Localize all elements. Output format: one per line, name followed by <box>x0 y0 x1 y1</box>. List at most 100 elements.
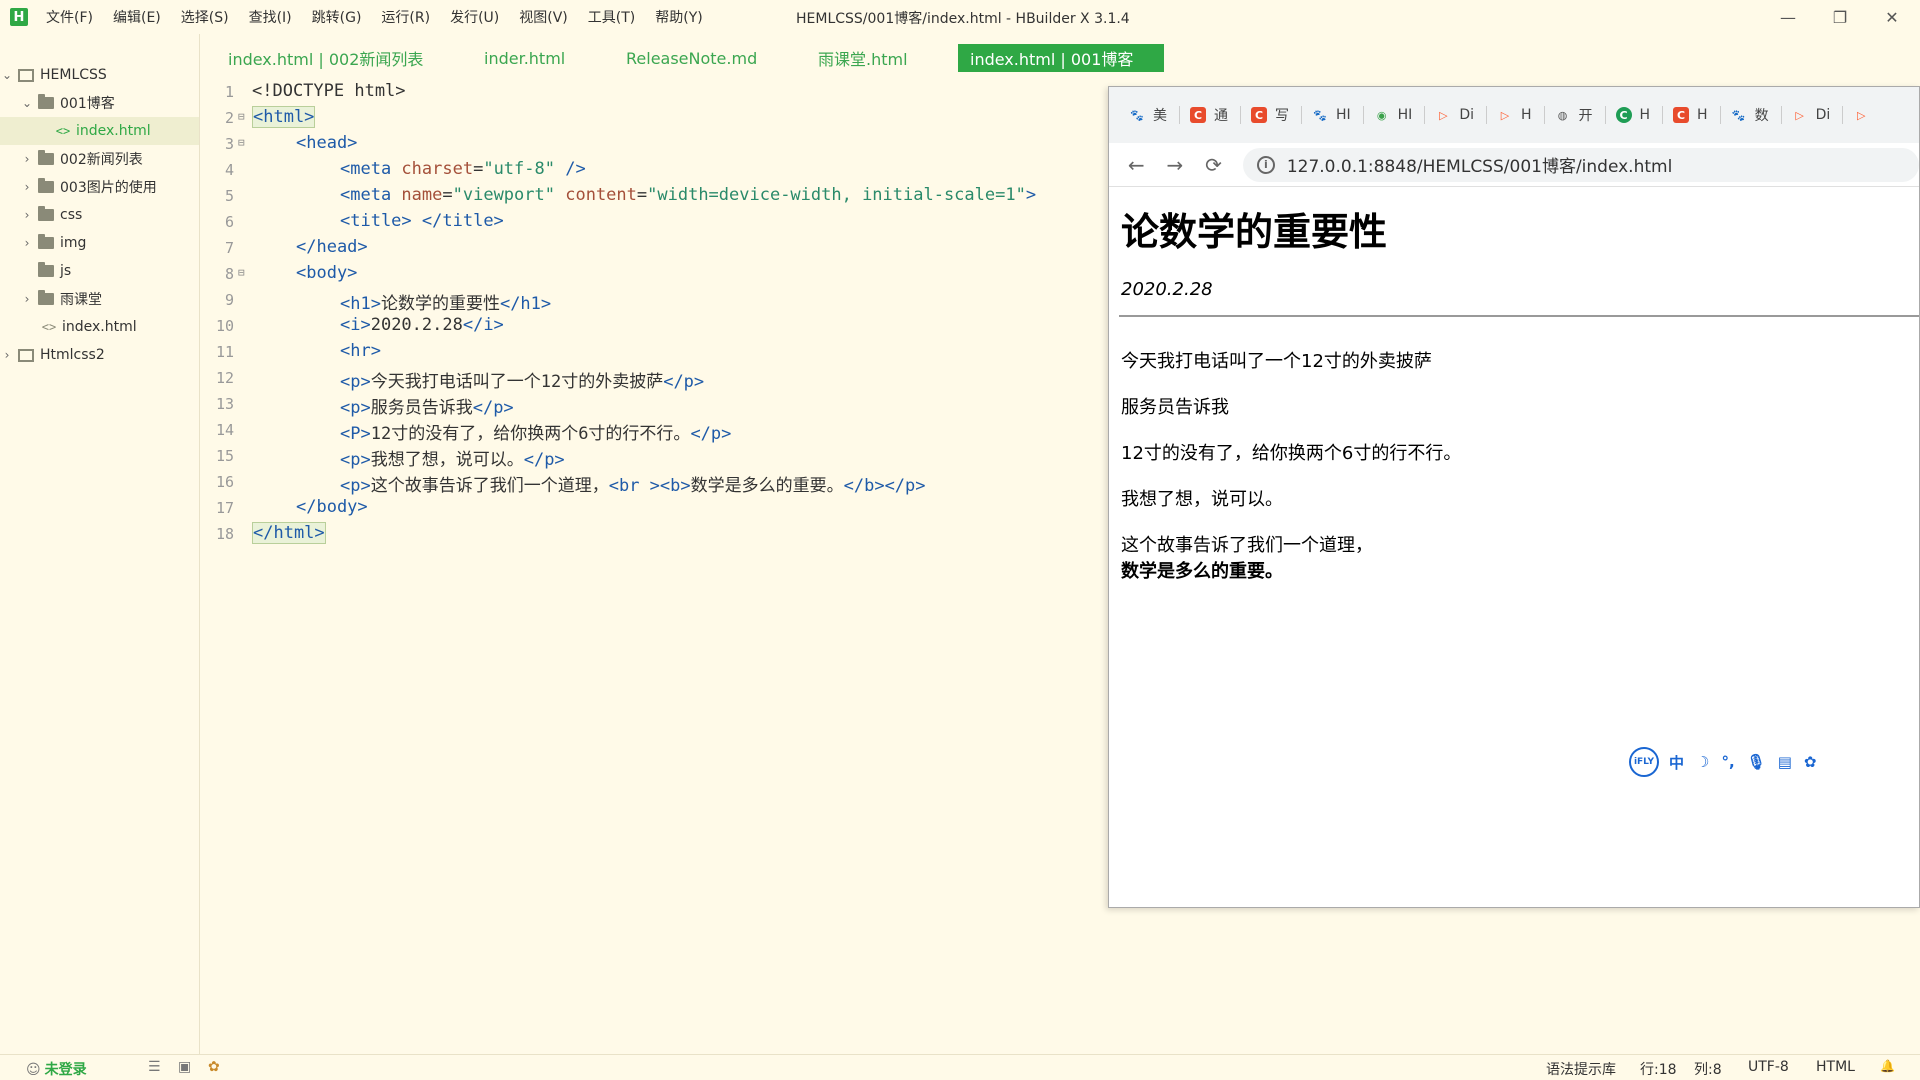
keyboard-icon[interactable]: ▤ <box>1778 753 1792 771</box>
tree-item-file-index-root[interactable]: <> index.html <box>0 313 199 341</box>
menu-help[interactable]: 帮助(Y) <box>655 7 702 27</box>
bookmark[interactable]: ▷ H <box>1497 107 1532 123</box>
tree-item-folder-yuketang[interactable]: › 雨课堂 <box>0 285 199 313</box>
bookmark[interactable]: C通 <box>1190 105 1228 125</box>
terminal-icon[interactable]: ▣ <box>178 1059 191 1075</box>
reload-icon[interactable]: ⟳ <box>1194 153 1233 177</box>
html-tag: </p> <box>690 424 732 444</box>
code-editor[interactable]: 1 <!DOCTYPE html> 2 ⊟ <html> 3 ⊟ <head> … <box>200 80 1110 980</box>
html-tag: </p> <box>523 450 565 470</box>
tree-item-project-htmlcss2[interactable]: › Htmlcss2 <box>0 341 199 369</box>
tree-item-folder-js[interactable]: js <box>0 257 199 285</box>
code-text: <i>2020.2.28</i> <box>340 315 504 335</box>
code-text: <head> <box>296 133 357 153</box>
code-line: 8 ⊟ <body> <box>200 262 1110 288</box>
code-line: 15 <p>我想了想，说可以。</p> <box>200 444 1110 470</box>
syntax-hint-lib[interactable]: 语法提示库 <box>1546 1059 1616 1079</box>
bell-icon[interactable]: 🔔 <box>1880 1059 1895 1073</box>
tab-inder[interactable]: inder.html <box>484 44 565 72</box>
csdn-icon: C <box>1190 107 1206 123</box>
menu-file[interactable]: 文件(F) <box>46 7 93 27</box>
status-bar: ☺ 未登录 ☰ ▣ ✿ 语法提示库 行:18 列:8 UTF-8 HTML 🔔 <box>0 1054 1920 1080</box>
menu-view[interactable]: 视图(V) <box>519 7 568 27</box>
settings-gear-icon[interactable]: ✿ <box>1804 753 1817 771</box>
restore-button[interactable]: ❐ <box>1820 4 1860 30</box>
tree-label: css <box>60 207 83 223</box>
list-icon[interactable]: ☰ <box>148 1059 161 1075</box>
bookmark[interactable]: CH <box>1673 107 1708 123</box>
code-line: 4 <meta charset="utf-8" /> <box>200 158 1110 184</box>
bookmark[interactable]: CH <box>1615 107 1650 123</box>
plugin-icon[interactable]: ✿ <box>208 1059 220 1075</box>
ifly-logo-icon[interactable]: iFLY <box>1629 747 1659 777</box>
code-content: 这个故事告诉了我们一个道理， <box>370 476 609 496</box>
bookmark[interactable]: ▷ Di <box>1792 107 1831 123</box>
chevron-down-icon[interactable]: ⌄ <box>0 68 14 82</box>
back-arrow-icon[interactable]: ← <box>1117 153 1156 177</box>
bookmark[interactable]: 🐾 美 <box>1129 105 1167 125</box>
bookmark[interactable]: ▷ Di <box>1435 107 1474 123</box>
chevron-right-icon[interactable]: › <box>20 208 34 222</box>
encoding[interactable]: UTF-8 <box>1748 1059 1789 1075</box>
close-button[interactable]: ✕ <box>1872 4 1912 30</box>
fold-toggle-icon[interactable]: ⊟ <box>238 266 245 279</box>
menu-publish[interactable]: 发行(U) <box>450 7 499 27</box>
menu-edit[interactable]: 编辑(E) <box>113 7 161 27</box>
menu-select[interactable]: 选择(S) <box>181 7 229 27</box>
chevron-right-icon[interactable]: › <box>20 152 34 166</box>
code-line: 11 <hr> <box>200 340 1110 366</box>
bookmark[interactable]: ◍ 开 <box>1555 105 1593 125</box>
bookmark[interactable]: ▷ <box>1853 107 1877 123</box>
code-content: 论数学的重要性 <box>380 294 500 314</box>
bookmark[interactable]: 🐾 HI <box>1312 107 1351 123</box>
tab-yuketang[interactable]: 雨课堂.html <box>818 44 908 72</box>
tab-releasenote[interactable]: ReleaseNote.md <box>626 44 757 72</box>
cursor-col[interactable]: 列:8 <box>1694 1059 1722 1079</box>
code-text: <p>这个故事告诉了我们一个道理，<br ><b>数学是多么的重要。</b></… <box>340 471 926 496</box>
menu-goto[interactable]: 跳转(G) <box>312 7 362 27</box>
address-bar[interactable]: i 127.0.0.1:8848/HEMLCSS/001博客/index.htm… <box>1242 147 1919 182</box>
login-status[interactable]: ☺ 未登录 <box>26 1059 87 1079</box>
html-tag: </p> <box>663 372 705 392</box>
forward-arrow-icon[interactable]: → <box>1156 153 1195 177</box>
chevron-right-icon[interactable]: › <box>20 236 34 250</box>
fold-toggle-icon[interactable]: ⊟ <box>238 136 245 149</box>
tree-item-folder-img[interactable]: › img <box>0 229 199 257</box>
moon-icon[interactable]: ☽ <box>1696 753 1709 771</box>
menu-find[interactable]: 查找(I) <box>249 7 292 27</box>
tab-index-002[interactable]: index.html | 002新闻列表 <box>228 44 423 72</box>
tree-item-folder-css[interactable]: › css <box>0 201 199 229</box>
minimize-button[interactable]: — <box>1768 4 1808 30</box>
code-punct: = <box>473 159 484 179</box>
bookmark[interactable]: ◉ HI <box>1374 107 1412 123</box>
bookmark[interactable]: 🐾 数 <box>1731 105 1769 125</box>
chevron-right-icon[interactable]: › <box>20 292 34 306</box>
attr-name: name <box>401 185 443 205</box>
chevron-right-icon[interactable]: › <box>20 180 34 194</box>
tab-index-001-active[interactable]: index.html | 001博客 <box>958 44 1164 72</box>
tree-item-file-index-001[interactable]: <> index.html <box>0 117 199 145</box>
ime-chinese-toggle[interactable]: 中 <box>1669 752 1684 773</box>
chevron-down-icon[interactable]: ⌄ <box>20 96 34 110</box>
tree-item-folder-001[interactable]: ⌄ 001博客 <box>0 89 199 117</box>
site-info-icon[interactable]: i <box>1256 155 1275 174</box>
tree-item-folder-002[interactable]: › 002新闻列表 <box>0 145 199 173</box>
language-mode[interactable]: HTML <box>1816 1059 1855 1075</box>
tree-label: 雨课堂 <box>60 292 102 308</box>
bookmark-label: 通 <box>1214 108 1228 124</box>
menu-tools[interactable]: 工具(T) <box>588 7 635 27</box>
tree-item-project-hemlcss[interactable]: ⌄ HEMLCSS <box>0 61 199 89</box>
menu-run[interactable]: 运行(R) <box>381 7 430 27</box>
bookmark-separator <box>1719 106 1721 124</box>
punctuation-icon[interactable]: °, <box>1721 753 1734 771</box>
microphone-icon[interactable]: 🎙 <box>1747 753 1766 771</box>
bookmark-label: Di <box>1815 107 1831 123</box>
cursor-row[interactable]: 行:18 <box>1640 1059 1677 1079</box>
user-icon: ☺ <box>26 1062 41 1078</box>
tree-item-folder-003[interactable]: › 003图片的使用 <box>0 173 199 201</box>
code-text: </body> <box>296 497 368 517</box>
chevron-right-icon[interactable]: › <box>0 348 14 362</box>
bookmark[interactable]: C写 <box>1251 105 1289 125</box>
fold-toggle-icon[interactable]: ⊟ <box>238 110 245 123</box>
